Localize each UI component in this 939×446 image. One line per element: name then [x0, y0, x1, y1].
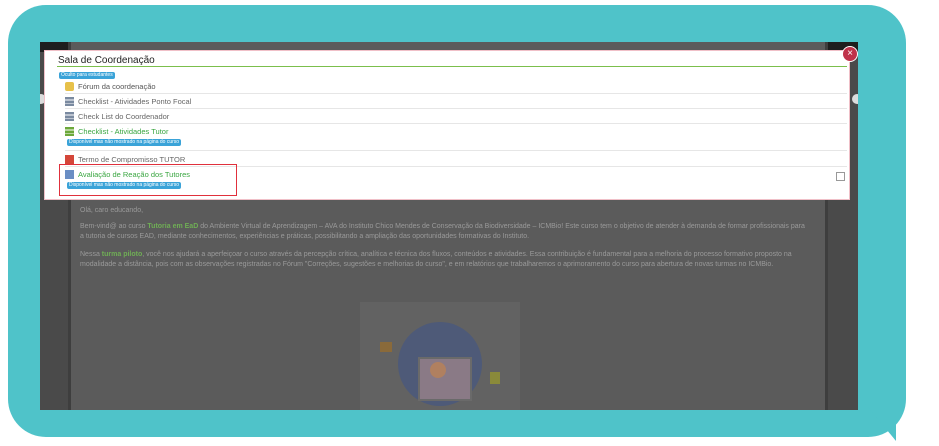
availability-badge: Disponível mas não mostrado na página do…: [67, 139, 182, 146]
right-nav-dot[interactable]: [852, 94, 858, 104]
divider: [65, 108, 847, 109]
completion-checkbox[interactable]: [836, 172, 845, 181]
activity-checklist-tutor[interactable]: Checklist - Atividades Tutor: [65, 127, 168, 136]
activity-label: Termo de Compromisso TUTOR: [78, 155, 186, 164]
activity-termo-compromisso[interactable]: Termo de Compromisso TUTOR: [65, 155, 185, 164]
close-icon[interactable]: ×: [843, 47, 857, 61]
title-divider: [57, 66, 847, 67]
pdf-icon: [65, 155, 74, 164]
activity-label: Check List do Coordenador: [78, 112, 170, 121]
hidden-for-students-badge: Oculto para estudantes: [59, 72, 115, 79]
checklist-icon: [65, 97, 74, 106]
activity-label: Checklist - Atividades Tutor: [78, 127, 169, 136]
divider: [65, 150, 847, 151]
modal-title: Sala de Coordenação: [58, 55, 155, 66]
highlight-box: [59, 164, 237, 196]
coordination-room-modal: Sala de Coordenação × Oculto para estuda…: [44, 47, 857, 200]
person-illustration: [430, 362, 446, 378]
checklist-icon: [65, 127, 74, 136]
divider: [65, 93, 847, 94]
checklist-icon: [65, 112, 74, 121]
pilot-label: turma piloto: [101, 251, 143, 258]
activity-checklist-ponto-focal[interactable]: Checklist - Atividades Ponto Focal: [65, 97, 191, 106]
course-name: Tutoria em EaD: [147, 223, 199, 230]
activity-forum-coordenacao[interactable]: Fórum da coordenação: [65, 82, 156, 91]
activity-label: Checklist - Atividades Ponto Focal: [78, 97, 192, 106]
speech-bubble-tail: [858, 395, 896, 441]
forum-icon: [65, 82, 74, 91]
activity-label: Fórum da coordenação: [78, 82, 156, 91]
course-illustration: [360, 302, 520, 410]
divider: [65, 123, 847, 124]
intro-paragraph: Bem-vind@ ao curso Tutoria em EaD do Amb…: [80, 223, 805, 240]
greeting-text: Olá, caro educando,: [80, 207, 144, 214]
activity-checklist-coordenador[interactable]: Check List do Coordenador: [65, 112, 169, 121]
pilot-paragraph: Nessa turma piloto, você nos ajudará a a…: [80, 251, 792, 268]
monitor-illustration: [418, 357, 472, 401]
